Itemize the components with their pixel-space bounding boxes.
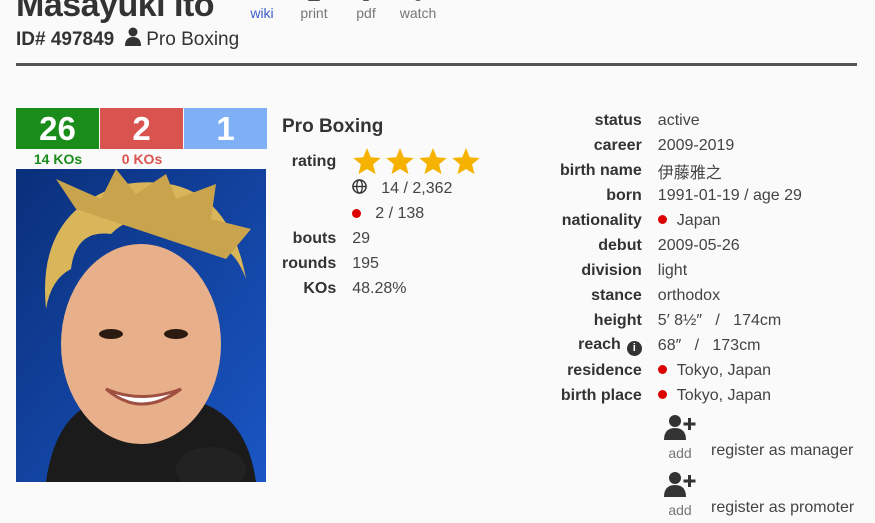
- height-label: height: [593, 311, 642, 329]
- register-promoter-link[interactable]: register as promoter: [711, 499, 854, 517]
- debut-label: debut: [598, 236, 642, 254]
- boxer-id: ID# 497849: [16, 28, 115, 50]
- kos-label: KOs: [303, 279, 337, 297]
- career-label: career: [593, 136, 642, 154]
- rounds-value: 195: [352, 254, 379, 272]
- pdf-button[interactable]: ▮ pdf: [340, 0, 392, 22]
- boxer-photo: [16, 169, 266, 482]
- born-value: 1991-01-19 / age 29: [657, 186, 802, 204]
- country-rank[interactable]: 2 / 138: [352, 205, 481, 223]
- id-line: ID# 497849 Pro Boxing: [16, 27, 239, 52]
- birth-place-value[interactable]: Tokyo, Japan: [657, 383, 802, 408]
- wins-count: 26: [16, 108, 99, 149]
- star-icon: [419, 148, 447, 175]
- rating-label: rating: [291, 153, 337, 170]
- born-label: born: [606, 186, 642, 204]
- nationality-label: nationality: [561, 211, 642, 229]
- draws-count: 1: [184, 108, 267, 149]
- add-manager-button[interactable]: add: [663, 414, 697, 461]
- add-user-icon: [664, 415, 696, 444]
- summary-title: Pro Boxing: [282, 116, 384, 137]
- loss-kos: 0 KOs: [121, 151, 163, 167]
- person-icon: [124, 27, 142, 52]
- debut-value: 2009-05-26: [657, 236, 740, 254]
- info-icon[interactable]: i: [626, 340, 642, 356]
- reach-label-cell: reach i: [560, 333, 658, 358]
- win-kos: 14 KOs: [33, 151, 83, 167]
- japan-flag-icon: [657, 214, 667, 224]
- summary-panel: Pro Boxing rating 14 / 2,362 2 / 138 bou…: [282, 116, 481, 301]
- career-value: 2009-2019: [657, 136, 735, 154]
- losses-count: 2: [100, 108, 183, 149]
- residence-label: residence: [567, 361, 642, 379]
- bouts-value: 29: [352, 229, 371, 247]
- status-value: active: [657, 111, 700, 129]
- japan-flag-icon: [657, 389, 667, 399]
- register-manager-link[interactable]: register as manager: [711, 442, 853, 460]
- reach-label: reach: [578, 335, 621, 353]
- japan-flag-icon: [657, 364, 667, 374]
- register-promoter-row: add register as promoter: [663, 471, 854, 518]
- birth-place-label: birth place: [560, 386, 642, 404]
- globe-icon: [352, 178, 368, 199]
- details-panel: status active career 2009-2019 birth name 伊…: [560, 108, 802, 408]
- ko-counts: 14 KOs 0 KOs: [16, 151, 184, 167]
- residence-value[interactable]: Tokyo, Japan: [657, 358, 802, 383]
- division-value: light: [657, 261, 688, 279]
- world-rank[interactable]: 14 / 2,362: [352, 178, 481, 199]
- star-icon: [353, 148, 381, 175]
- boxer-name: Masayuki Ito: [16, 0, 215, 24]
- kos-value: 48.28%: [352, 279, 407, 297]
- toolbar: W wiki ▤ print ▮ pdf ◎ watch: [236, 0, 444, 22]
- wiki-button[interactable]: W wiki: [236, 0, 288, 22]
- rounds-label: rounds: [282, 254, 337, 272]
- star-icon: [386, 148, 414, 175]
- birth-name-value: 伊藤雅之: [657, 164, 722, 182]
- add-promoter-button[interactable]: add: [663, 471, 697, 518]
- stance-value: orthodox: [657, 286, 721, 304]
- stance-label: stance: [591, 286, 642, 304]
- sport-label: Pro Boxing: [146, 28, 240, 50]
- add-user-icon: [664, 472, 696, 501]
- bouts-label: bouts: [292, 229, 337, 247]
- details-table: status active career 2009-2019 birth name 伊…: [560, 108, 802, 408]
- height-value: 5′ 8½″ / 174cm: [657, 311, 782, 329]
- header-divider: [16, 63, 857, 66]
- record-bar: 26 2 1: [16, 108, 268, 149]
- division-label: division: [581, 261, 642, 279]
- watch-button[interactable]: ◎ watch: [392, 0, 444, 22]
- summary-table: rating 14 / 2,362 2 / 138 bouts 29 round…: [282, 148, 481, 301]
- print-button[interactable]: ▤ print: [288, 0, 340, 22]
- star-icon: [452, 148, 480, 175]
- status-label: status: [594, 111, 642, 129]
- register-manager-row: add register as manager: [663, 414, 853, 461]
- rating-stars: [352, 148, 481, 176]
- birth-name-label: birth name: [560, 161, 642, 179]
- japan-flag-icon: [352, 209, 362, 218]
- reach-value: 68″ / 173cm: [657, 336, 761, 354]
- nationality-value[interactable]: Japan: [657, 208, 802, 233]
